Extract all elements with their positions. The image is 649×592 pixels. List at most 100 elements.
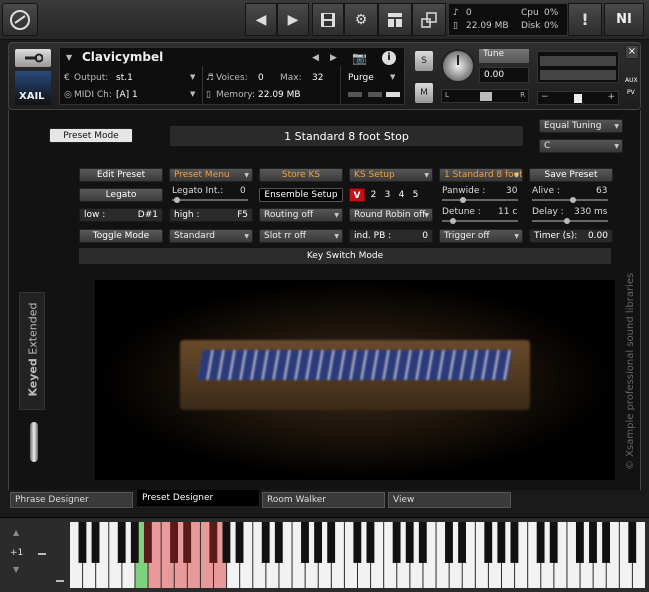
black-key[interactable] xyxy=(209,522,218,563)
trigger-menu[interactable]: Trigger off xyxy=(439,229,523,243)
black-key[interactable] xyxy=(314,522,322,563)
legato-intensity-slider[interactable] xyxy=(172,197,248,203)
ks-slot-v[interactable]: V xyxy=(349,188,365,202)
octave-down-icon[interactable]: ▼ xyxy=(13,565,19,574)
previous-arrow-icon[interactable]: ◀ xyxy=(245,3,277,36)
store-ks-button[interactable]: Store KS xyxy=(259,168,343,182)
tuning-menu[interactable]: Equal Tuning xyxy=(539,119,623,133)
pan-handle[interactable] xyxy=(480,92,492,101)
key-switch-mode-bar[interactable]: Key Switch Mode xyxy=(79,248,611,264)
pv-button[interactable]: PV xyxy=(627,89,635,96)
mute-button[interactable]: M xyxy=(415,83,433,103)
black-key[interactable] xyxy=(602,522,610,563)
piano-keyboard[interactable] xyxy=(70,522,646,590)
tune-value[interactable]: 0.00 xyxy=(479,67,529,83)
output-dropdown-icon[interactable]: ▼ xyxy=(190,73,195,81)
ks-setup-menu[interactable]: KS Setup xyxy=(349,168,433,182)
warning-icon[interactable]: ! xyxy=(568,3,602,36)
slider-knob[interactable] xyxy=(564,218,570,224)
gear-icon[interactable]: ⚙ xyxy=(344,3,378,36)
ks-slot-4[interactable]: 4 xyxy=(395,188,408,202)
black-key[interactable] xyxy=(170,522,178,563)
close-icon[interactable]: × xyxy=(625,45,639,59)
black-key[interactable] xyxy=(575,522,584,563)
next-arrow-icon[interactable]: ▶ xyxy=(277,3,309,36)
camera-icon[interactable]: 📷 xyxy=(352,51,367,65)
purge-dropdown-icon[interactable]: ▼ xyxy=(390,73,395,81)
high-key-field[interactable]: high : F5 xyxy=(169,208,253,222)
volume-handle[interactable] xyxy=(574,94,582,103)
ni-logo[interactable]: NI xyxy=(604,3,644,36)
slot-rr-menu[interactable]: Slot rr off xyxy=(259,229,343,243)
save-preset-button[interactable]: Save Preset xyxy=(529,168,613,182)
low-key-field[interactable]: low : D#1 xyxy=(79,208,163,222)
routing-menu[interactable]: Routing off xyxy=(259,208,343,222)
tune-knob[interactable] xyxy=(441,49,475,83)
next-instrument-icon[interactable]: ▶ xyxy=(330,53,337,63)
black-key[interactable] xyxy=(366,522,375,563)
solo-button[interactable]: S xyxy=(415,51,433,71)
black-key[interactable] xyxy=(78,522,87,563)
black-key[interactable] xyxy=(458,522,466,563)
ks-slot-3[interactable]: 3 xyxy=(381,188,394,202)
instrument-name[interactable]: Clavicymbel xyxy=(82,50,163,64)
black-key[interactable] xyxy=(497,522,506,563)
black-key[interactable] xyxy=(183,522,192,563)
black-key[interactable] xyxy=(628,522,637,563)
output-value[interactable]: st.1 xyxy=(116,73,133,83)
black-key[interactable] xyxy=(353,522,362,563)
black-key[interactable] xyxy=(510,522,519,563)
black-key[interactable] xyxy=(130,522,139,563)
panwide-slider[interactable] xyxy=(442,197,518,203)
black-key[interactable] xyxy=(484,522,493,563)
slider-knob[interactable] xyxy=(460,197,466,203)
detune-slider[interactable] xyxy=(442,218,518,224)
pan-slider[interactable]: L R xyxy=(441,89,529,103)
resize-window-icon[interactable] xyxy=(412,3,446,36)
collapse-arrow-icon[interactable]: ▼ xyxy=(66,53,72,62)
purge-menu[interactable]: Purge xyxy=(348,73,374,83)
midi-dropdown-icon[interactable]: ▼ xyxy=(190,90,195,98)
black-key[interactable] xyxy=(589,522,597,563)
round-robin-menu[interactable]: Round Robin off xyxy=(349,208,433,222)
volume-slider[interactable]: − + xyxy=(537,91,619,105)
edit-preset-button[interactable]: Edit Preset xyxy=(79,168,163,182)
slider-knob[interactable] xyxy=(174,197,180,203)
legato-button[interactable]: Legato xyxy=(79,188,163,202)
black-key[interactable] xyxy=(445,522,453,563)
tab-view[interactable]: View xyxy=(388,492,511,508)
aux-button[interactable]: AUX xyxy=(625,77,638,84)
standard-menu[interactable]: Standard xyxy=(169,229,253,243)
black-key[interactable] xyxy=(222,522,231,563)
black-key[interactable] xyxy=(91,522,100,563)
midi-value[interactable]: [A] 1 xyxy=(116,90,138,100)
black-key[interactable] xyxy=(235,522,244,563)
black-key[interactable] xyxy=(301,522,309,563)
delay-slider[interactable] xyxy=(532,218,608,224)
black-key[interactable] xyxy=(327,522,336,563)
ensemble-setup-button[interactable]: Ensemble Setup xyxy=(259,188,343,202)
info-icon[interactable]: i xyxy=(382,51,396,65)
ind-pb-field[interactable]: ind. PB : 0 xyxy=(349,229,433,243)
black-key[interactable] xyxy=(549,522,558,563)
save-disk-icon[interactable] xyxy=(312,3,344,36)
preset-mode-button[interactable]: Preset Mode xyxy=(49,128,133,143)
black-key[interactable] xyxy=(274,522,283,563)
key-menu[interactable]: C xyxy=(539,139,623,153)
black-key[interactable] xyxy=(405,522,414,563)
ks-slot-5[interactable]: 5 xyxy=(409,188,422,202)
slider-knob[interactable] xyxy=(570,197,576,203)
kontakt-logo-icon[interactable] xyxy=(2,3,38,36)
black-key[interactable] xyxy=(392,522,401,563)
tab-phrase-designer[interactable]: Phrase Designer xyxy=(10,492,133,508)
preset-menu[interactable]: Preset Menu xyxy=(169,168,253,182)
black-key[interactable] xyxy=(418,522,427,563)
alive-slider[interactable] xyxy=(532,197,608,203)
toggle-mode-button[interactable]: Toggle Mode xyxy=(79,229,163,243)
max-voices-value[interactable]: 32 xyxy=(312,73,323,83)
preset-select-menu[interactable]: 1 Standard 8 foot S xyxy=(439,168,523,182)
octave-up-icon[interactable]: ▲ xyxy=(13,528,19,537)
black-key[interactable] xyxy=(117,522,126,563)
ks-slot-2[interactable]: 2 xyxy=(367,188,380,202)
black-key[interactable] xyxy=(536,522,545,563)
